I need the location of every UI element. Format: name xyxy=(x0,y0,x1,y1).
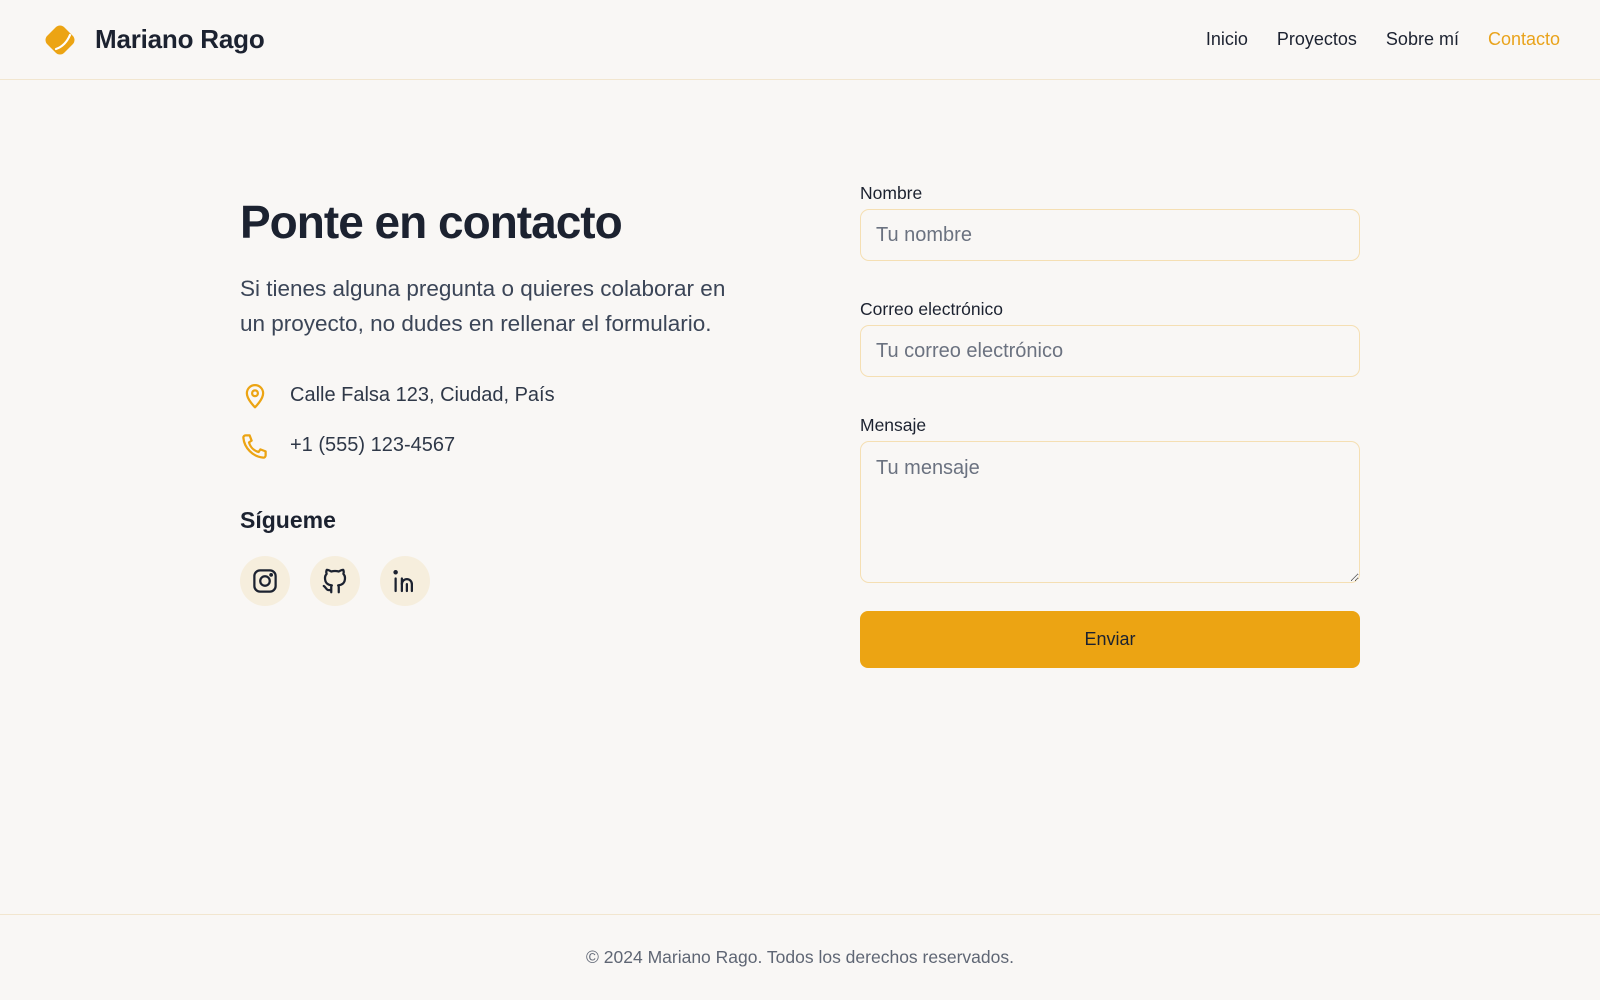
name-label: Nombre xyxy=(860,183,923,203)
nav-link-proyectos[interactable]: Proyectos xyxy=(1277,29,1357,50)
nav-link-contacto[interactable]: Contacto xyxy=(1488,29,1560,50)
email-label: Correo electrónico xyxy=(860,299,1003,319)
contact-info: Ponte en contacto Si tienes alguna pregu… xyxy=(240,196,740,606)
linkedin-icon xyxy=(393,569,413,593)
linkedin-link[interactable] xyxy=(380,555,430,606)
site-header: Mariano Rago Inicio Proyectos Sobre mí C… xyxy=(0,0,1600,80)
footer-copyright: © 2024 Mariano Rago. Todos los derechos … xyxy=(586,947,1014,967)
message-label: Mensaje xyxy=(860,415,927,435)
site-footer: © 2024 Mariano Rago. Todos los derechos … xyxy=(0,914,1600,1000)
instagram-link[interactable] xyxy=(240,555,290,606)
phone-icon xyxy=(242,434,267,459)
follow-title: Sígueme xyxy=(240,506,336,533)
submit-button[interactable]: Enviar xyxy=(860,611,1360,668)
brand-name: Mariano Rago xyxy=(95,24,265,54)
name-input[interactable] xyxy=(860,209,1360,261)
name-group: Nombre xyxy=(860,181,1360,261)
brand[interactable]: Mariano Rago xyxy=(42,22,265,58)
map-pin-icon xyxy=(245,383,265,409)
github-icon xyxy=(322,568,347,594)
nav-link-inicio[interactable]: Inicio xyxy=(1206,29,1248,50)
intro-text: Si tienes alguna pregunta o quieres cola… xyxy=(240,275,726,336)
github-link[interactable] xyxy=(310,555,360,606)
phone-text: +1 (555) 123-4567 xyxy=(290,434,456,457)
social-links xyxy=(240,555,740,606)
nav-link-sobre-mi[interactable]: Sobre mí xyxy=(1386,29,1459,50)
message-group: Mensaje xyxy=(860,413,1360,583)
main-nav: Inicio Proyectos Sobre mí Contacto xyxy=(1177,29,1560,50)
email-group: Correo electrónico xyxy=(860,297,1360,377)
page-title: Ponte en contacto xyxy=(240,196,623,248)
email-input[interactable] xyxy=(860,325,1360,377)
instagram-icon xyxy=(253,569,277,593)
message-textarea[interactable] xyxy=(860,441,1360,583)
phone-row: +1 (555) 123-4567 xyxy=(240,431,740,461)
address-row: Calle Falsa 123, Ciudad, País xyxy=(240,381,740,411)
address-text: Calle Falsa 123, Ciudad, País xyxy=(290,384,555,407)
tag-logo-icon xyxy=(45,25,75,54)
contact-form: Nombre Correo electrónico Mensaje Enviar xyxy=(860,181,1360,668)
